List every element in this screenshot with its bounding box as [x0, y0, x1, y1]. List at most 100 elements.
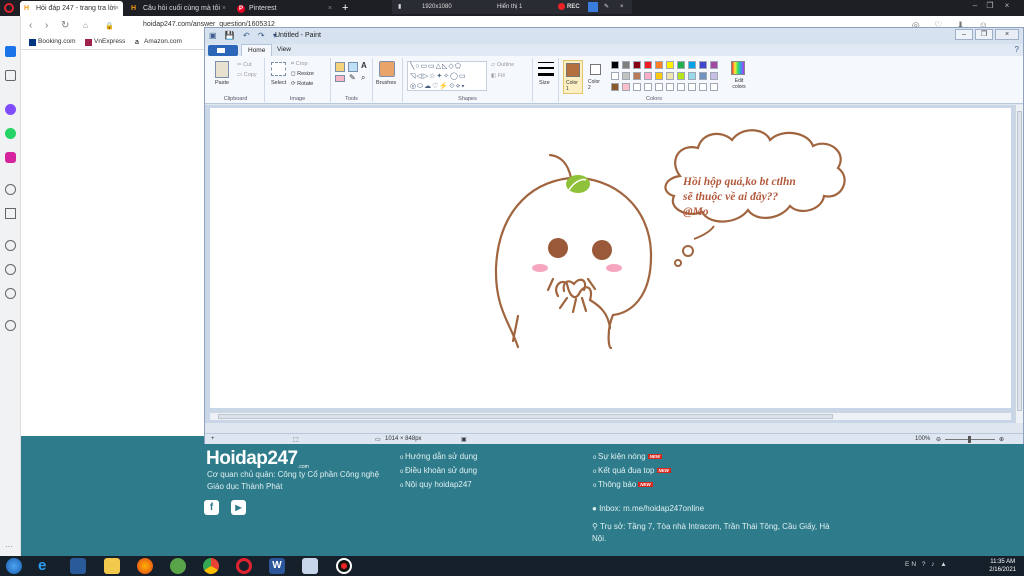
tab-hoidap-2[interactable]: H Câu hỏi cuối cùng mà tôi × — [127, 1, 230, 16]
palette-swatch[interactable] — [644, 61, 652, 69]
whatsapp-icon[interactable] — [5, 128, 16, 139]
shapes-gallery[interactable]: ╲○▭▭△◺◇⬠ ◹◁▷☆✦✧◯▭ ◎⬭☁♡⚡⟐⟡▾ — [407, 61, 487, 91]
palette-swatch[interactable] — [622, 72, 630, 80]
palette-swatch[interactable] — [688, 61, 696, 69]
opera-taskbar-icon[interactable] — [236, 558, 252, 574]
horizontal-scroll-thumb[interactable] — [218, 414, 833, 419]
paint-close-icon[interactable]: × — [995, 29, 1019, 40]
file-menu-button[interactable] — [208, 45, 238, 56]
file-explorer-icon[interactable] — [104, 558, 120, 574]
palette-swatch[interactable] — [677, 61, 685, 69]
paint-taskbar-icon[interactable] — [302, 558, 318, 574]
chrome-icon[interactable] — [203, 558, 219, 574]
fill-button[interactable]: ◧ Fill — [491, 73, 505, 79]
color-picker-icon[interactable]: ✎ — [349, 73, 356, 82]
select-button[interactable]: Select — [271, 80, 286, 86]
edit-colors-button[interactable]: Edit colors — [729, 78, 749, 90]
system-tray[interactable]: EN ? ♪ ▲ — [905, 561, 949, 568]
vertical-scrollbar[interactable] — [1015, 105, 1023, 423]
paste-button[interactable]: Paste — [215, 80, 229, 86]
reload-icon[interactable]: ↻ — [61, 20, 69, 31]
footer-link-rules[interactable]: Nội quy hoidap247 — [400, 480, 472, 489]
tab-pinterest[interactable]: P Pinterest × — [233, 1, 336, 16]
palette-swatch[interactable] — [611, 61, 619, 69]
back-icon[interactable]: ‹ — [29, 20, 32, 31]
settings-gear-icon[interactable] — [5, 288, 16, 299]
stop-square-icon[interactable] — [588, 2, 598, 12]
eraser-tool-icon[interactable] — [335, 75, 345, 82]
footer-link-terms[interactable]: Điều khoản sử dụng — [400, 466, 477, 475]
palette-swatch[interactable] — [677, 83, 685, 91]
text-tool-icon[interactable]: A — [361, 61, 367, 70]
recorder-taskbar-icon[interactable] — [336, 558, 352, 574]
forward-icon[interactable]: › — [45, 20, 48, 31]
tab-home[interactable]: Home — [241, 44, 273, 56]
palette-swatch[interactable] — [633, 83, 641, 91]
footer-inbox[interactable]: ● Inbox: m.me/hoidap247online — [592, 504, 704, 513]
palette-swatch[interactable] — [666, 72, 674, 80]
home-sidebar-icon[interactable] — [5, 70, 16, 81]
bookmark-booking[interactable]: Booking.com — [29, 38, 76, 46]
hoidap247-logo[interactable]: Hoidap247 — [206, 448, 298, 470]
rotate-button[interactable]: ⟳ Rotate — [291, 81, 313, 87]
brush-icon[interactable] — [379, 61, 395, 77]
footer-link-top[interactable]: Kết quả đua topNEW — [593, 466, 672, 475]
footer-link-guide[interactable]: Hướng dẫn sử dụng — [400, 452, 477, 461]
bookmark-amazon[interactable]: a Amazon.com — [135, 38, 182, 46]
fill-tool-icon[interactable] — [348, 62, 358, 72]
close-tab-icon[interactable]: × — [222, 1, 226, 16]
lightbulb-icon[interactable] — [5, 320, 16, 331]
palette-swatch[interactable] — [622, 61, 630, 69]
pencil-icon[interactable]: ✎ — [604, 0, 609, 14]
close-window-icon[interactable]: × — [1000, 0, 1014, 12]
palette-swatch[interactable] — [688, 83, 696, 91]
taskbar-clock[interactable]: 11:35 AM 2/16/2021 — [989, 558, 1016, 574]
color2-button[interactable]: Color 2 — [586, 60, 606, 94]
palette-swatch[interactable] — [710, 72, 718, 80]
word-icon[interactable]: W — [269, 558, 285, 574]
send-icon[interactable] — [5, 208, 16, 219]
copy-button[interactable]: ▭ Copy — [237, 72, 257, 78]
help-icon[interactable]: ? — [1015, 45, 1019, 54]
horizontal-scrollbar[interactable] — [210, 412, 1011, 420]
resize-button[interactable]: ◻ Resize — [291, 71, 314, 77]
close-tab-icon[interactable]: × — [115, 1, 119, 16]
facebook-icon[interactable]: f — [204, 500, 219, 515]
ie-icon[interactable]: e — [38, 558, 54, 574]
palette-swatch[interactable] — [611, 72, 619, 80]
outline-button[interactable]: ▱ Outline — [491, 62, 514, 68]
minimize-icon[interactable]: – — [968, 0, 982, 12]
tab-view[interactable]: View — [271, 44, 297, 56]
paste-icon[interactable] — [215, 61, 229, 78]
palette-swatch[interactable] — [633, 72, 641, 80]
palette-swatch[interactable] — [666, 61, 674, 69]
palette-swatch[interactable] — [710, 61, 718, 69]
size-button[interactable]: Size — [539, 80, 550, 86]
paint-minimize-icon[interactable]: – — [955, 29, 973, 40]
messenger-icon[interactable] — [5, 104, 16, 115]
size-icon[interactable] — [538, 62, 554, 76]
drawing-canvas[interactable]: Hồi hộp quá,ko bt ctlhn sẽ thuộc về ai đ… — [210, 108, 1011, 408]
paint-restore-icon[interactable]: ❐ — [975, 29, 993, 40]
palette-swatch[interactable] — [622, 83, 630, 91]
palette-swatch[interactable] — [655, 61, 663, 69]
palette-swatch[interactable] — [710, 83, 718, 91]
speed-dial-icon[interactable] — [5, 46, 16, 57]
palette-swatch[interactable] — [655, 83, 663, 91]
youtube-icon[interactable]: ▶ — [231, 500, 246, 515]
cut-button[interactable]: ✂ Cut — [237, 62, 252, 68]
zoom-slider-thumb[interactable] — [968, 436, 971, 443]
opera-logo-icon[interactable] — [4, 3, 14, 13]
palette-swatch[interactable] — [655, 72, 663, 80]
zoom-out-icon[interactable]: ⊖ — [936, 436, 941, 443]
palette-swatch[interactable] — [699, 83, 707, 91]
palette-swatch[interactable] — [688, 72, 696, 80]
zoom-in-icon[interactable]: ⊕ — [999, 436, 1004, 443]
select-icon[interactable] — [271, 62, 286, 76]
footer-link-events[interactable]: Sự kiện nóngNEW — [593, 452, 663, 461]
home-icon[interactable]: ⌂ — [83, 21, 88, 30]
resolution-label[interactable]: 1920x1080 — [422, 0, 452, 14]
pencil-tool-icon[interactable] — [335, 62, 345, 72]
palette-swatch[interactable] — [644, 83, 652, 91]
rec-button[interactable]: REC — [558, 0, 580, 14]
